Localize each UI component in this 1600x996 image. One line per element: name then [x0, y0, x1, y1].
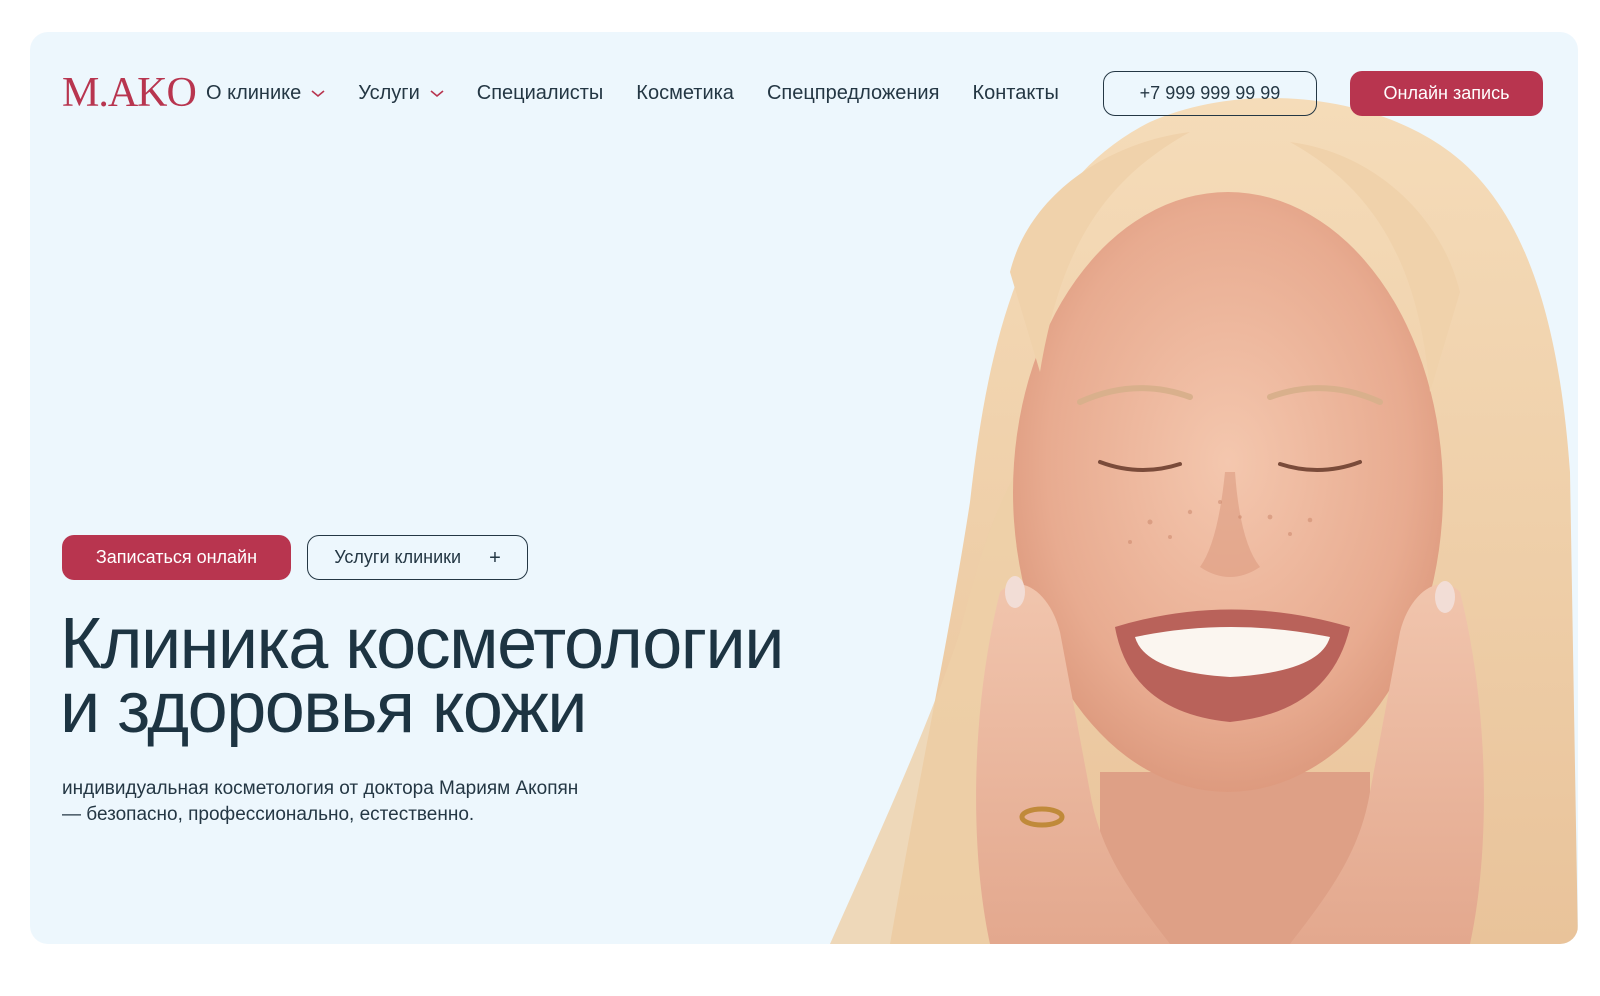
hero-photo — [830, 98, 1578, 944]
nav-item-label: Косметика — [636, 82, 734, 104]
chevron-down-icon — [311, 89, 325, 97]
clinic-services-button[interactable]: Услуги клиники + — [307, 535, 528, 580]
hero-subtitle-line-2: — безопасно, профессионально, естественн… — [62, 804, 475, 825]
chevron-down-icon — [430, 89, 444, 97]
online-booking-button[interactable]: Онлайн запись — [1350, 71, 1543, 116]
hero-title-line-2: и здоровья кожи — [60, 668, 587, 748]
nav-item-offers[interactable]: Спецпредложения — [767, 82, 940, 105]
hero-subtitle-line-1: индивидуальная косметология от доктора М… — [62, 778, 579, 799]
nav-item-label: Спецпредложения — [766, 82, 940, 104]
hero-title: Клиника косметологии и здоровья кожи — [60, 604, 880, 748]
page-frame: M.AKO О клинике Услуги Специалисты Косме… — [30, 32, 1578, 944]
hero-subtitle: индивидуальная косметология от доктора М… — [62, 776, 682, 828]
nav-item-contacts[interactable]: Контакты — [972, 82, 1058, 105]
clinic-services-label: Услуги клиники — [334, 547, 462, 567]
main-nav: О клинике Услуги Специалисты Косметика С… — [206, 82, 1059, 105]
nav-item-label: Специалисты — [476, 82, 604, 104]
nav-item-specialists[interactable]: Специалисты — [477, 82, 604, 105]
plus-icon: + — [489, 546, 501, 569]
phone-button[interactable]: +7 999 999 99 99 — [1103, 71, 1317, 116]
book-online-button[interactable]: Записаться онлайн — [62, 535, 291, 580]
nav-item-services[interactable]: Услуги — [358, 82, 444, 105]
logo[interactable]: M.AKO — [62, 72, 197, 114]
nav-item-label: Услуги — [358, 82, 420, 104]
nav-item-about[interactable]: О клинике — [206, 82, 325, 105]
hero-title-line-1: Клиника косметологии — [60, 604, 784, 684]
nav-item-cosmetics[interactable]: Косметика — [636, 82, 734, 105]
nav-item-label: О клинике — [206, 82, 302, 104]
hero-cta-row: Записаться онлайн Услуги клиники + — [62, 535, 528, 580]
nav-item-label: Контакты — [972, 82, 1059, 104]
